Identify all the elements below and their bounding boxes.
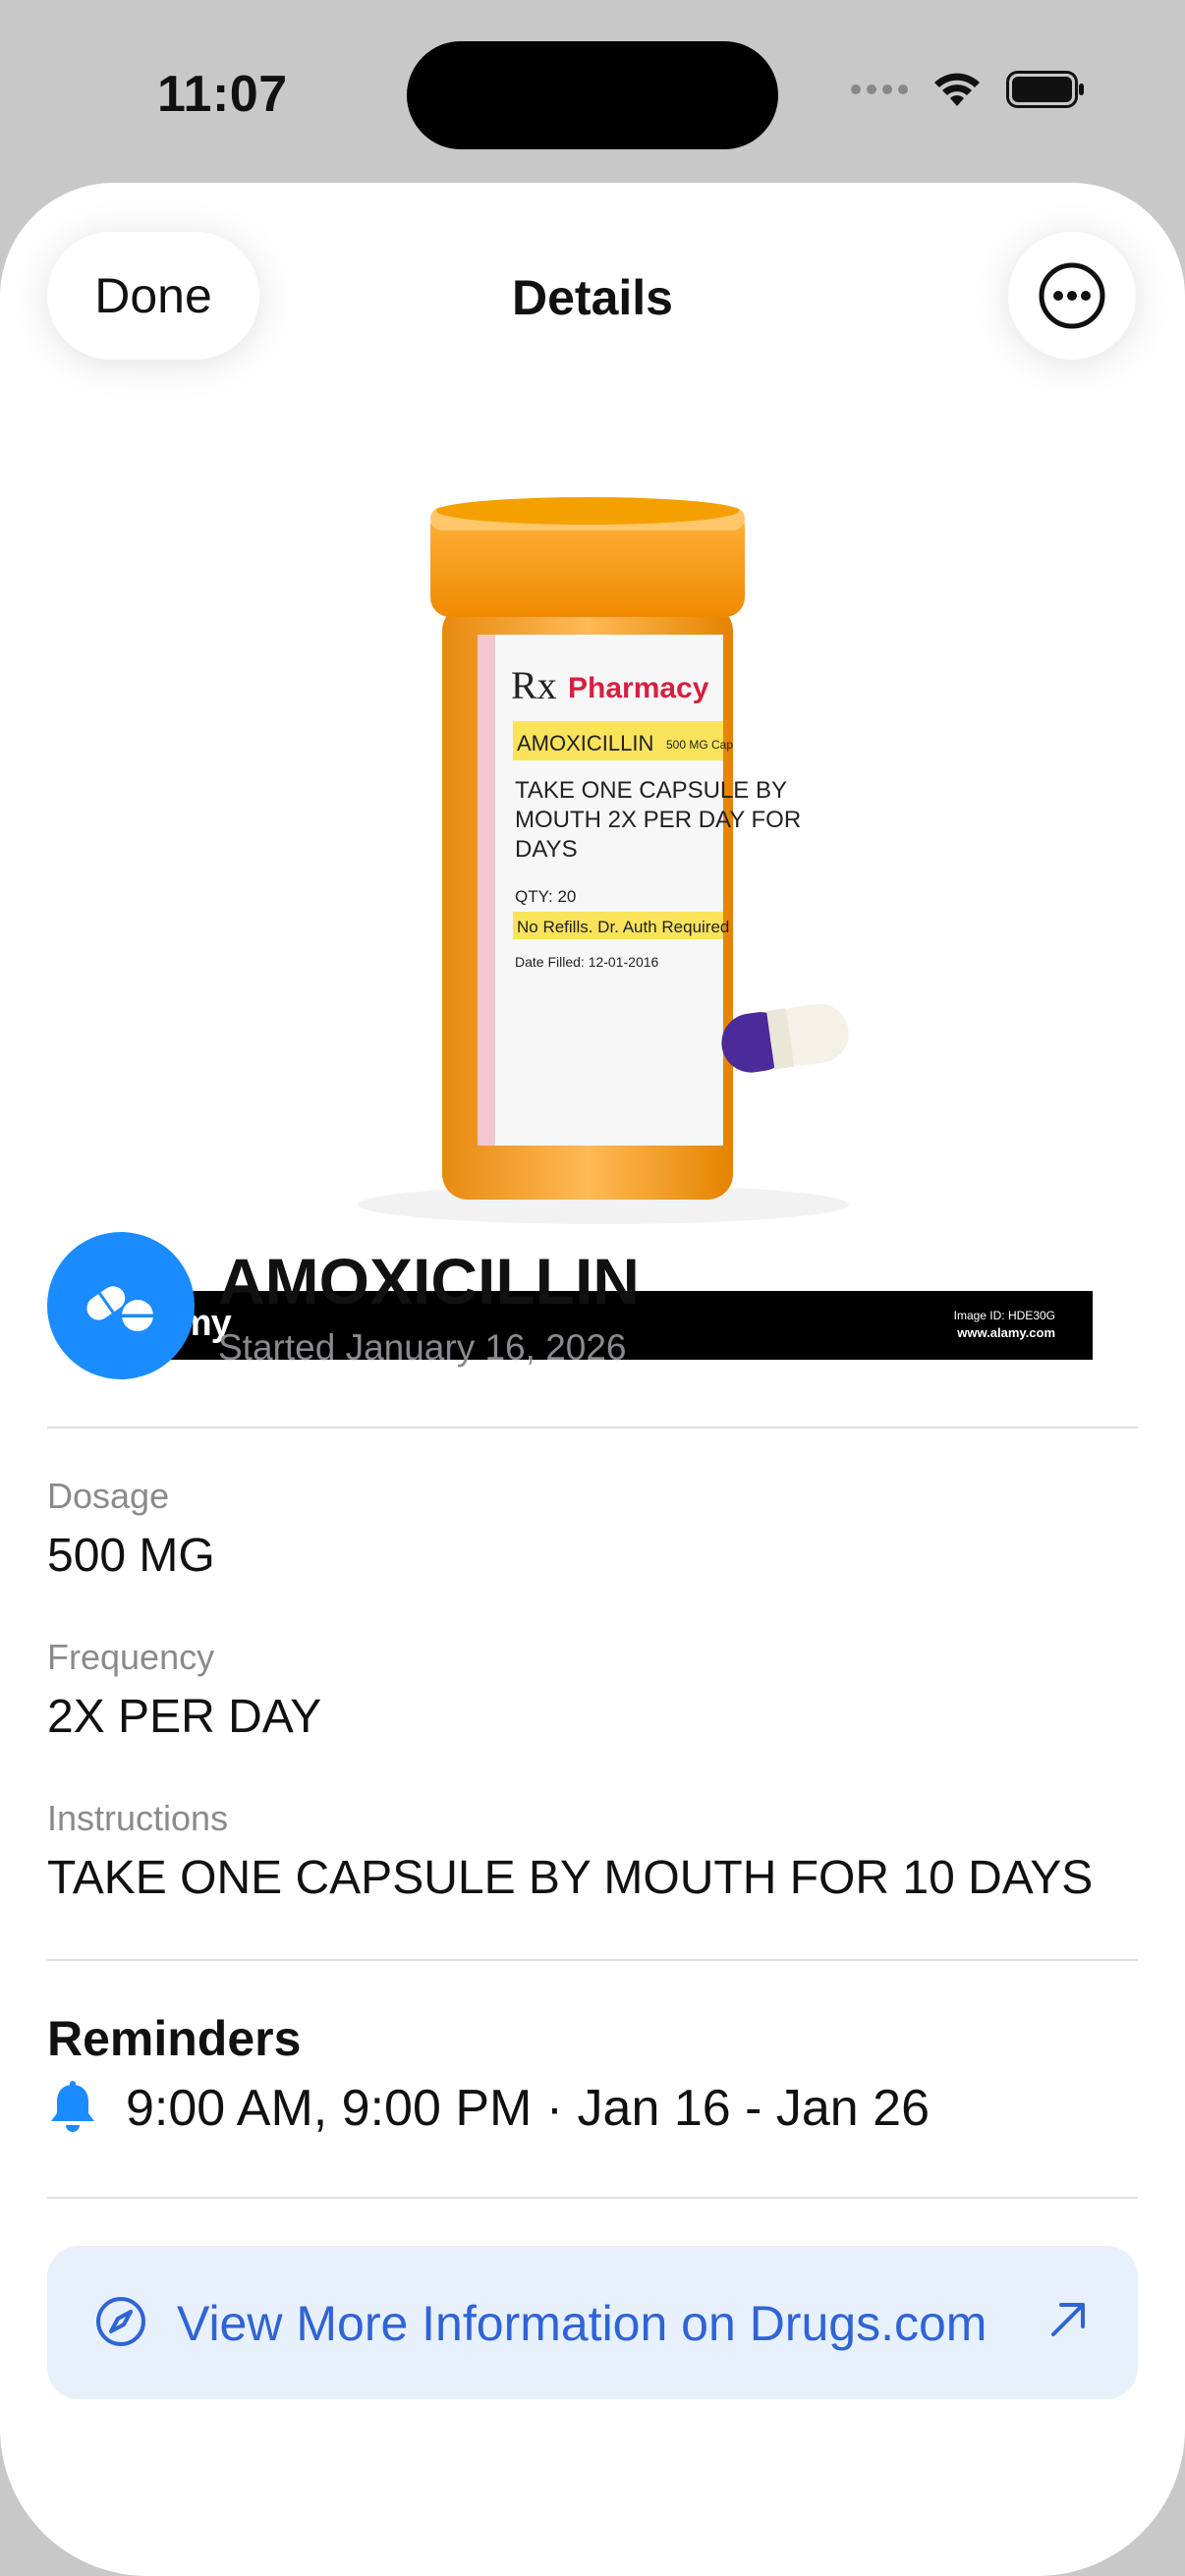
more-options-button[interactable] — [1008, 232, 1136, 360]
ellipsis-circle-icon — [1039, 262, 1105, 329]
medication-name: AMOXICILLIN — [218, 1245, 640, 1317]
pill-bottle-image: Rx Pharmacy AMOXICILLIN 500 MG Cap TAKE … — [358, 497, 849, 1224]
wifi-icon — [934, 73, 980, 106]
image-id: Image ID: HDE30G — [953, 1309, 1055, 1322]
frequency-value: 2X PER DAY — [47, 1691, 322, 1743]
divider — [47, 1427, 1138, 1428]
label-line1: TAKE ONE CAPSULE BY — [515, 777, 787, 804]
instructions-value: TAKE ONE CAPSULE BY MOUTH FOR 10 DAYS — [47, 1852, 1094, 1904]
reminder-summary: 9:00 AM, 9:00 PM · Jan 16 - Jan 26 — [126, 2080, 931, 2137]
label-refills: No Refills. Dr. Auth Required — [517, 918, 729, 936]
photo-meta: Image ID: HDE30G www.alamy.com — [954, 1307, 1055, 1342]
external-link-arrow-icon — [1051, 2303, 1085, 2336]
label-line2: MOUTH 2X PER DAY FOR — [515, 807, 801, 833]
divider — [47, 2197, 1138, 2199]
bell-icon — [51, 2081, 94, 2132]
dynamic-island — [407, 41, 778, 149]
status-icons — [851, 71, 1085, 108]
reminders-title: Reminders — [47, 2011, 302, 2066]
reminder-row[interactable]: 9:00 AM, 9:00 PM · Jan 16 - Jan 26 — [47, 2079, 930, 2138]
divider — [47, 1959, 1138, 1961]
pills-icon — [47, 1232, 195, 1379]
label-qty: QTY: 20 — [515, 887, 576, 906]
instructions-label: Instructions — [47, 1798, 229, 1838]
dosage-value: 500 MG — [47, 1530, 215, 1582]
photo-site: www.alamy.com — [957, 1325, 1055, 1340]
drugs-com-link-button[interactable]: View More Information on Drugs.com — [47, 2246, 1138, 2399]
label-line3: DAYS — [515, 836, 578, 863]
dosage-label: Dosage — [47, 1476, 170, 1516]
status-bar: 11:07 — [0, 0, 1185, 187]
drugs-com-link-label: View More Information on Drugs.com — [177, 2296, 988, 2351]
details-sheet: Done Details Rx Pharmacy AMOXICILLIN 500… — [0, 183, 1185, 2576]
compass-icon — [96, 2297, 145, 2346]
medication-start-date: Started January 16, 2026 — [218, 1327, 627, 1368]
label-pharmacy: Pharmacy — [568, 672, 709, 704]
label-strength: 500 MG Cap — [666, 738, 733, 752]
label-date: Date Filled: 12-01-2016 — [515, 954, 659, 970]
battery-icon — [1006, 71, 1084, 108]
label-drug: AMOXICILLIN — [517, 731, 653, 756]
label-rx: Rx — [511, 663, 557, 707]
frequency-label: Frequency — [47, 1637, 215, 1677]
medication-photo: Rx Pharmacy AMOXICILLIN 500 MG Cap TAKE … — [92, 468, 1093, 1360]
cellular-signal-icon — [851, 84, 908, 94]
status-time: 11:07 — [157, 66, 288, 123]
